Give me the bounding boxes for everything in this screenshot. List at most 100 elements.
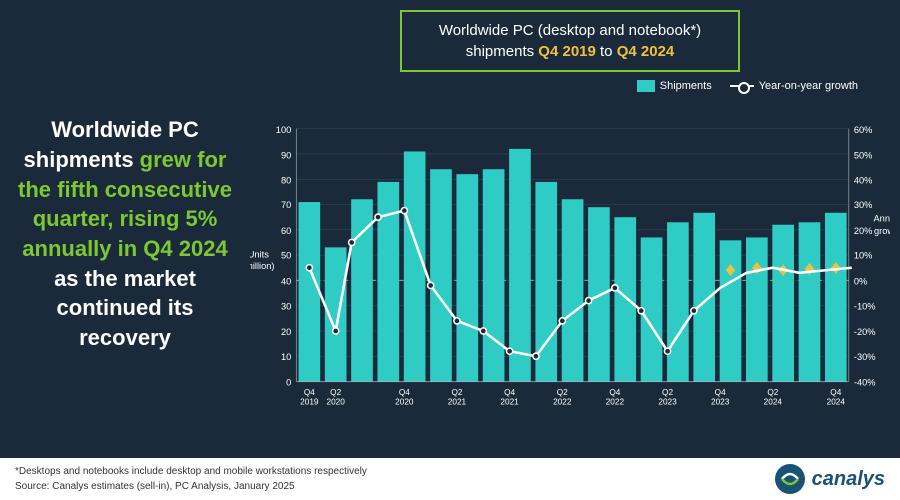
dot-13 <box>638 308 644 314</box>
dot-6 <box>454 318 460 324</box>
y-axis-right-title: Annual <box>873 214 890 224</box>
footer-source: Source: Canalys estimates (sell-in), PC … <box>15 479 367 494</box>
bar-10 <box>562 199 584 381</box>
dot-4 <box>401 208 407 214</box>
x-label-2b: 2020 <box>395 397 414 406</box>
dot-0 <box>306 265 312 271</box>
title-mid: to <box>596 43 617 60</box>
y-label-0: 0 <box>286 378 291 388</box>
x-label-0: Q4 <box>304 388 315 397</box>
title-q2: Q4 2024 <box>617 43 675 60</box>
y-right-40: 40% <box>854 175 873 185</box>
dot-7 <box>480 328 486 334</box>
bar-12 <box>614 217 636 381</box>
bar-16 <box>720 240 742 381</box>
bar-20 <box>825 213 847 382</box>
dot-9 <box>533 353 539 359</box>
y-label-80: 80 <box>281 175 291 185</box>
bar-17 <box>746 237 768 381</box>
x-label-7b: 2023 <box>658 397 677 406</box>
chart-area: Shipments Year-on-year growth <box>250 78 890 458</box>
y-right-30: 30% <box>854 200 873 210</box>
y-axis-left-title2: (million) <box>250 261 275 271</box>
title-line1: Worldwide PC (desktop and notebook*) <box>439 22 701 39</box>
y-right-neg10: -10% <box>854 301 876 311</box>
x-label-1: Q2 <box>330 388 341 397</box>
footer-text: *Desktops and notebooks include desktop … <box>15 464 367 494</box>
chart-svg: 0 10 20 30 40 50 60 70 80 90 100 Units (… <box>250 78 890 458</box>
y-label-30: 30 <box>281 301 291 311</box>
x-label-10: Q4 <box>830 388 841 397</box>
footer-note: *Desktops and notebooks include desktop … <box>15 464 367 479</box>
chart-title: Worldwide PC (desktop and notebook*) shi… <box>400 10 740 72</box>
y-label-50: 50 <box>281 251 291 261</box>
main-container: Worldwide PC shipments grew for the fift… <box>0 0 900 458</box>
legend-bar-icon <box>637 80 655 92</box>
x-label-7: Q2 <box>662 388 673 397</box>
title-q1: Q4 2019 <box>538 43 596 60</box>
y-label-20: 20 <box>281 327 291 337</box>
y-label-100: 100 <box>276 125 292 135</box>
dot-10 <box>559 318 565 324</box>
right-panel: Worldwide PC (desktop and notebook*) shi… <box>250 10 890 458</box>
dot-1 <box>333 328 339 334</box>
y-label-90: 90 <box>281 151 291 161</box>
left-panel: Worldwide PC shipments grew for the fift… <box>10 10 250 458</box>
bar-15 <box>693 213 715 382</box>
y-label-10: 10 <box>281 352 291 362</box>
canalys-logo: canalys <box>774 463 885 495</box>
x-label-8b: 2023 <box>711 397 730 406</box>
legend-shipments-label: Shipments <box>660 80 712 92</box>
x-label-2: Q4 <box>399 388 410 397</box>
bar-14 <box>667 222 689 381</box>
y-label-40: 40 <box>281 277 291 287</box>
y-right-10: 10% <box>854 251 873 261</box>
bar-8 <box>509 149 531 382</box>
footer: *Desktops and notebooks include desktop … <box>0 458 900 500</box>
x-label-10b: 2024 <box>827 397 846 406</box>
y-right-neg40: -40% <box>854 378 876 388</box>
bar-4 <box>404 151 426 381</box>
x-label-9: Q2 <box>767 388 778 397</box>
y-right-neg20: -20% <box>854 327 876 337</box>
title-line2-prefix: shipments <box>466 43 539 60</box>
x-label-4b: 2021 <box>500 397 519 406</box>
canalys-logo-icon <box>774 463 806 495</box>
x-label-9b: 2024 <box>764 397 783 406</box>
bar-18 <box>772 225 794 382</box>
x-label-0b: 2019 <box>300 397 319 406</box>
x-label-1b: 2020 <box>326 397 345 406</box>
canalys-logo-text: canalys <box>812 468 885 491</box>
legend-shipments: Shipments <box>637 80 712 92</box>
y-right-neg30: -30% <box>854 352 876 362</box>
y-axis-left-title: Units <box>250 250 269 260</box>
x-label-6: Q4 <box>609 388 620 397</box>
y-label-60: 60 <box>281 226 291 236</box>
dot-15 <box>691 308 697 314</box>
dot-3 <box>375 214 381 220</box>
dot-8 <box>507 348 513 354</box>
bar-6 <box>456 174 478 381</box>
x-label-3: Q2 <box>451 388 462 397</box>
bar-5 <box>430 169 452 381</box>
bar-0 <box>299 202 321 382</box>
y-axis-right-title2: growth <box>874 226 890 236</box>
x-label-6b: 2022 <box>606 397 625 406</box>
x-label-8: Q4 <box>715 388 726 397</box>
dot-11 <box>585 298 591 304</box>
legend-growth: Year-on-year growth <box>730 80 858 92</box>
main-headline: Worldwide PC shipments grew for the fift… <box>15 115 235 353</box>
x-label-5b: 2022 <box>553 397 572 406</box>
dot-14 <box>664 348 670 354</box>
y-label-70: 70 <box>281 200 291 210</box>
y-right-0: 0% <box>854 277 867 287</box>
bar-7 <box>483 169 505 381</box>
legend-growth-label: Year-on-year growth <box>759 80 858 92</box>
x-label-3b: 2021 <box>448 397 467 406</box>
legend-line-icon <box>730 85 754 87</box>
y-right-50: 50% <box>854 151 873 161</box>
x-label-5: Q2 <box>557 388 568 397</box>
dot-12 <box>612 285 618 291</box>
x-label-4: Q4 <box>504 388 515 397</box>
dot-5 <box>428 282 434 288</box>
